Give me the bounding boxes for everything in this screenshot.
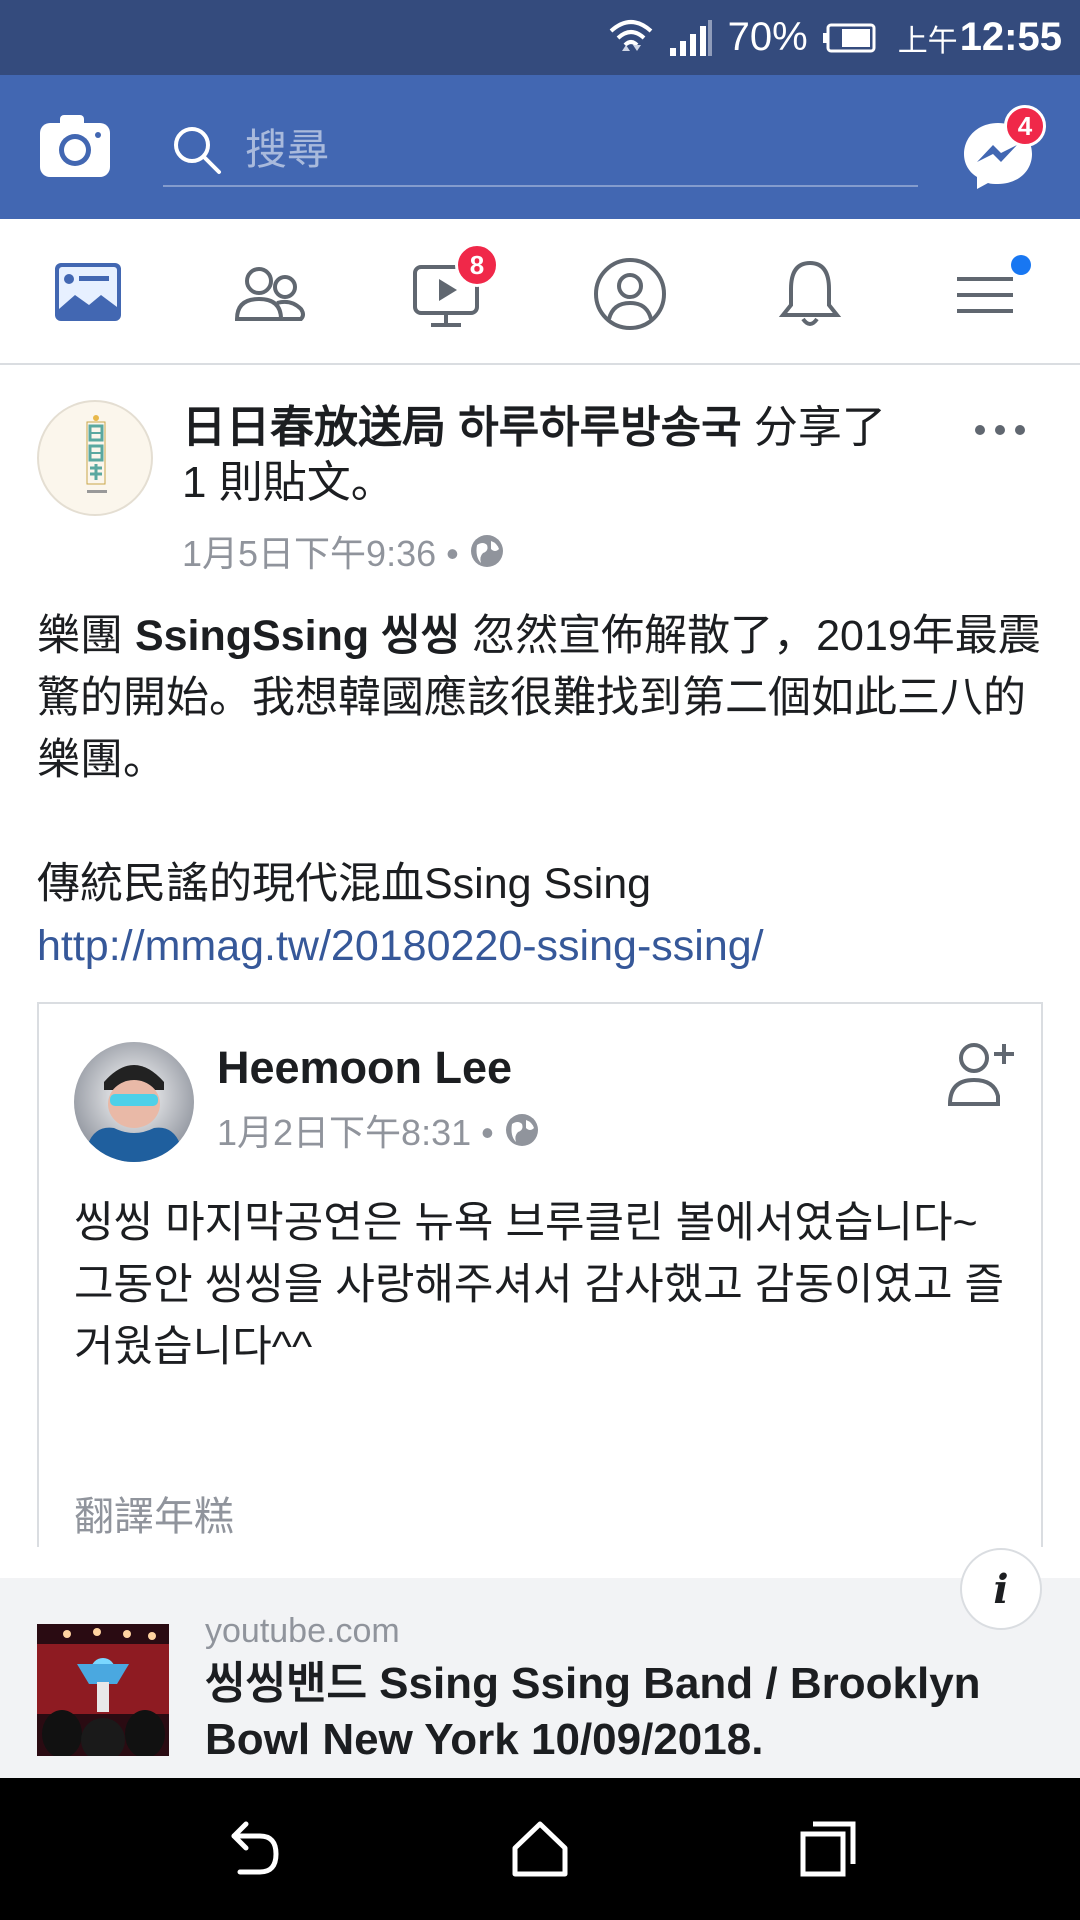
battery-percent: 70% — [727, 15, 808, 59]
add-friend-button[interactable] — [944, 1034, 1019, 1109]
avatar-photo — [74, 1042, 194, 1162]
globe-icon — [470, 535, 503, 567]
shared-post-timestamp[interactable]: 1月2日下午8:31 • — [217, 1104, 494, 1156]
tab-profile[interactable] — [585, 249, 675, 339]
post-text-prefix: 樂團 — [37, 612, 135, 660]
post-article-title: 傳統民謠的現代混血Ssing Ssing — [37, 860, 652, 908]
android-nav-bar — [0, 1778, 1080, 1920]
back-icon — [231, 1821, 279, 1875]
home-icon — [512, 1821, 568, 1877]
post-meta: 1月5日下午9:36 • — [182, 525, 505, 577]
top-bar: 4 — [0, 75, 1080, 219]
author-avatar[interactable] — [74, 1042, 194, 1162]
recent-apps-icon — [800, 1821, 856, 1877]
shared-post-text: 씽씽 마지막공연은 뉴욕 브루클린 볼에서였습니다~ 그동안 씽씽을 사랑해주셔… — [74, 1192, 1014, 1378]
search-input[interactable] — [243, 125, 847, 175]
link-preview[interactable]: youtube.com 씽씽밴드 Ssing Ssing Band / Broo… — [0, 1578, 1080, 1778]
tab-bar: 8 — [0, 219, 1080, 365]
info-button[interactable]: i — [960, 1548, 1042, 1630]
home-button[interactable] — [507, 1816, 573, 1882]
battery-icon — [822, 23, 878, 53]
link-thumbnail — [37, 1624, 169, 1756]
friends-icon — [234, 267, 305, 321]
page-avatar[interactable] — [37, 400, 153, 516]
clock-time: 12:55 — [959, 15, 1062, 59]
tab-notifications[interactable] — [765, 249, 855, 339]
clock-ampm: 上午 — [897, 24, 958, 58]
post-header: 日日春放送局 하루하루방송국 分享了 1 則貼文。 — [182, 400, 922, 510]
back-button[interactable] — [220, 1816, 286, 1882]
more-icon — [975, 425, 1025, 435]
wifi-icon — [608, 15, 654, 61]
shared-text-line: 그동안 씽씽을 사랑해주셔서 감사했고 감동이였고 즐거웠습니다^^ — [74, 1261, 1005, 1371]
tab-news-feed[interactable] — [45, 249, 135, 339]
recent-apps-button[interactable] — [795, 1816, 861, 1882]
shared-post-meta: 1月2日下午8:31 • — [217, 1104, 540, 1156]
status-bar: 70% 上午 12:55 — [0, 0, 1080, 75]
page-name-link[interactable]: 日日春放送局 하루하루방송국 — [182, 403, 742, 452]
menu-icon — [957, 255, 1031, 313]
info-icon: i — [993, 1565, 1009, 1613]
post-more-button[interactable] — [970, 415, 1030, 445]
shared-text-line: 씽씽 마지막공연은 뉴욕 브루클린 볼에서였습니다~ — [74, 1199, 978, 1247]
messenger-button[interactable]: 4 — [960, 105, 1046, 189]
shared-post-card[interactable]: Heemoon Lee 1月2日下午8:31 • 씽씽 마지막공연은 뉴욕 브루… — [37, 1002, 1043, 1547]
post-body: 樂團 SsingSsing 씽씽 忽然宣佈解散了，2019年最震驚的開始。我想韓… — [37, 605, 1047, 977]
profile-icon — [594, 258, 666, 330]
band-name: SsingSsing 씽씽 — [134, 612, 461, 660]
camera-icon — [40, 115, 110, 177]
tab-friends[interactable] — [225, 249, 315, 339]
translate-link[interactable]: 翻譯年糕 — [74, 1484, 234, 1542]
page-logo-icon — [86, 415, 107, 493]
link-source: youtube.com — [205, 1612, 400, 1650]
link-title[interactable]: 씽씽밴드 Ssing Ssing Band / Brooklyn Bowl Ne… — [205, 1656, 1035, 1768]
add-friend-icon — [947, 1043, 1014, 1106]
concert-thumbnail-image — [37, 1624, 169, 1756]
shared-author-name[interactable]: Heemoon Lee — [217, 1042, 512, 1094]
messenger-badge: 4 — [1004, 105, 1046, 147]
tab-watch[interactable]: 8 — [405, 243, 499, 339]
camera-button[interactable] — [40, 113, 120, 181]
search-icon — [174, 127, 221, 174]
signal-icon — [668, 18, 714, 58]
tab-menu[interactable] — [945, 249, 1035, 339]
post-timestamp[interactable]: 1月5日下午9:36 • — [182, 525, 459, 577]
video-badge: 8 — [455, 243, 499, 287]
globe-icon — [505, 1114, 538, 1146]
post-paragraph: 樂團 SsingSsing 씽씽 忽然宣佈解散了，2019年最震驚的開始。我想韓… — [37, 605, 1047, 791]
search-bar[interactable] — [163, 115, 918, 187]
news-feed-icon — [55, 263, 121, 321]
bell-icon — [778, 260, 842, 326]
post-link[interactable]: http://mmag.tw/20180220-ssing-ssing/ — [37, 922, 764, 970]
